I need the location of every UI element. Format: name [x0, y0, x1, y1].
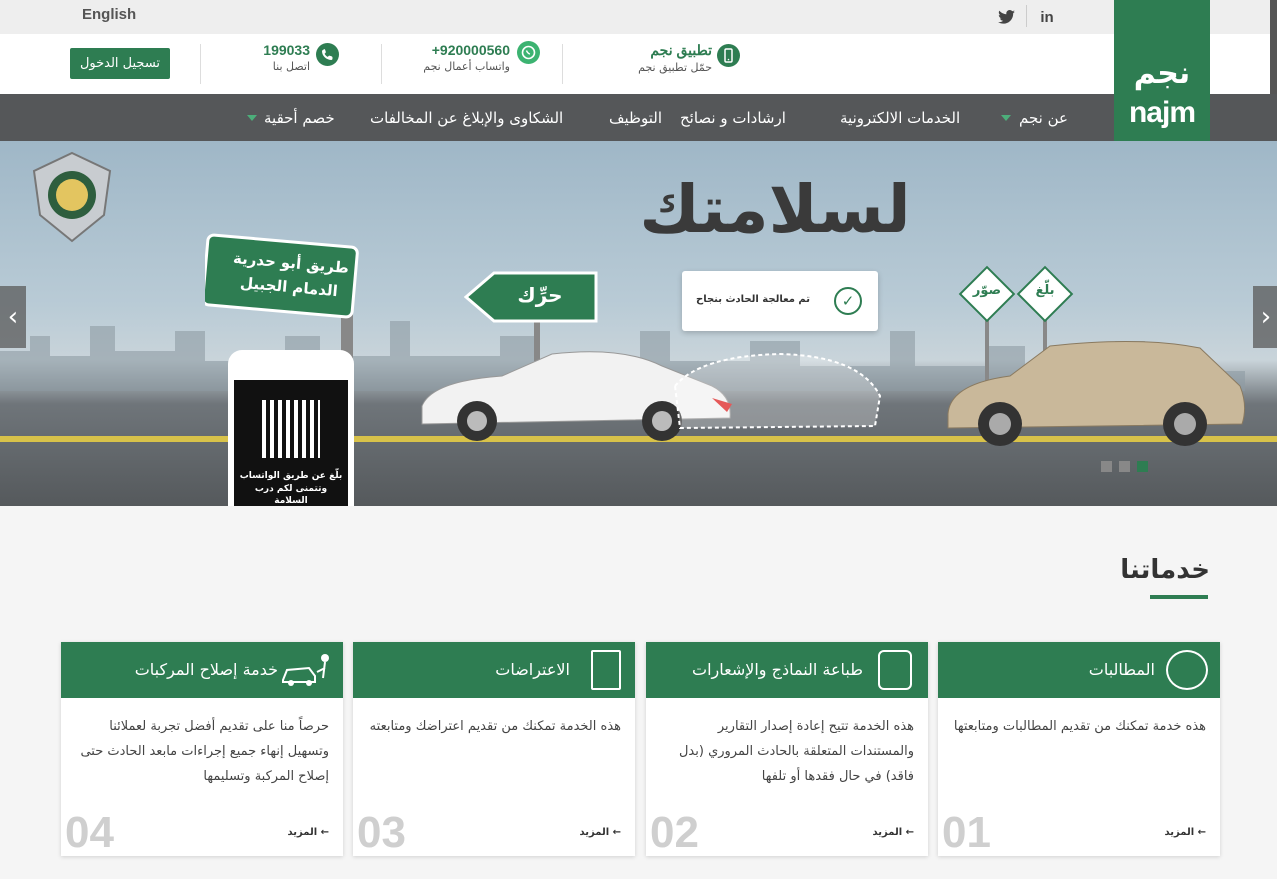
chevron-down-icon — [1001, 115, 1011, 121]
beige-car-illustration — [947, 340, 1246, 446]
phone-mockup: بلّغ عن طريق الواتساب وتتمنى لكم درب الس… — [228, 350, 354, 506]
slider-prev-button[interactable]: ‹ — [0, 286, 26, 348]
app-title: تطبيق نجم — [650, 42, 712, 58]
card-title: الاعتراضات — [495, 660, 570, 679]
car-repair-icon — [282, 654, 329, 686]
report-sign-text: بلّغ — [1035, 283, 1055, 298]
social-divider — [1026, 5, 1027, 27]
whatsapp-number: +920000560 — [431, 42, 510, 58]
check-circle-icon: ✓ — [834, 287, 862, 315]
card-number: 02 — [650, 808, 699, 857]
more-link[interactable]: المزيد ← — [872, 827, 914, 838]
card-header: خدمة إصلاح المركبات — [61, 642, 343, 698]
objection-document-icon — [591, 650, 621, 690]
arrow-left-icon: ← — [905, 827, 914, 838]
phone-icon — [316, 43, 339, 66]
contact-app[interactable]: تطبيق نجم حمّل تطبيق نجم — [620, 42, 712, 74]
service-card-claims[interactable]: المطالبات هذه خدمة تمكنك من تقديم المطال… — [938, 642, 1220, 857]
twitter-icon[interactable] — [996, 7, 1016, 27]
arrow-left-icon: ← — [612, 827, 621, 838]
nav-item-about[interactable]: عن نجم — [1019, 94, 1068, 141]
phone-screen: بلّغ عن طريق الواتساب وتتمنى لكم درب الس… — [234, 380, 348, 506]
card-header: طباعة النماذج والإشعارات — [646, 642, 928, 698]
contact-bar: تسجيل الدخول 199033 اتصل بنا +920000560 … — [0, 34, 1277, 94]
nav-label: الشكاوى والإبلاغ عن المخالفات — [370, 108, 564, 127]
slider-dot[interactable] — [1119, 461, 1130, 472]
more-link[interactable]: المزيد ← — [579, 827, 621, 838]
nav-item-careers[interactable]: التوظيف — [609, 94, 662, 141]
service-card-objections[interactable]: الاعتراضات هذه الخدمة تمكنك من تقديم اعت… — [353, 642, 635, 857]
divider — [381, 44, 382, 84]
nav-item-complaints[interactable]: الشكاوى والإبلاغ عن المخالفات — [370, 94, 563, 141]
more-label: المزيد — [579, 827, 610, 838]
card-number: 03 — [357, 808, 406, 857]
mobile-app-icon — [717, 44, 740, 67]
services-title: خدماتنا — [1120, 555, 1210, 585]
phone-label: اتصل بنا — [272, 60, 310, 73]
nav-item-guidance[interactable]: ارشادات و نصائح — [680, 94, 786, 141]
nav-item-discount[interactable]: خصم أحقية — [264, 94, 335, 141]
arrow-left-icon: ← — [1197, 827, 1206, 838]
card-description: حرصاً منا على تقديم أفضل تجربة لعملائنا … — [80, 719, 329, 784]
service-card-car-repair[interactable]: خدمة إصلاح المركبات حرصاً منا على تقديم … — [61, 642, 343, 857]
login-button[interactable]: تسجيل الدخول — [70, 48, 170, 79]
card-number: 04 — [65, 808, 114, 857]
logo-arabic-text: نجم — [1133, 56, 1191, 91]
hero-slider: لسلامتك طريق أبو حدرية الدمام الجبيل حرِ… — [0, 141, 1277, 506]
card-description: هذه الخدمة تمكنك من تقديم اعتراضك ومتابع… — [369, 719, 621, 734]
more-label: المزيد — [1164, 827, 1195, 838]
arrow-left-icon: ← — [320, 827, 329, 838]
nav-label: التوظيف — [609, 108, 663, 127]
card-header: الاعتراضات — [353, 642, 635, 698]
card-title: المطالبات — [1088, 660, 1155, 679]
logo-english-text: najm — [1128, 96, 1196, 129]
more-link[interactable]: المزيد ← — [287, 827, 329, 838]
najm-logo[interactable]: نجم najm — [1114, 0, 1210, 141]
phone-caption: بلّغ عن طريق الواتساب وتتمنى لكم درب الس… — [239, 471, 343, 506]
photo-sign-text: صوّر — [972, 283, 1002, 298]
top-strip: English in — [0, 0, 1277, 34]
service-card-print-forms[interactable]: طباعة النماذج والإشعارات هذه الخدمة تتيح… — [646, 642, 928, 857]
divider — [200, 44, 201, 84]
phone-number: 199033 — [263, 42, 310, 58]
nav-label: خصم أحقية — [264, 108, 335, 127]
car-outline-illustration — [673, 352, 882, 430]
main-nav: عن نجم الخدمات الالكترونية ارشادات و نصا… — [0, 94, 1277, 141]
traffic-police-emblem-icon — [32, 151, 112, 243]
move-sign-text: حرِّك — [517, 283, 563, 307]
more-label: المزيد — [872, 827, 903, 838]
bubble-text: تم معالجة الحادث بنجاح — [696, 294, 810, 305]
linkedin-icon[interactable]: in — [1037, 7, 1057, 27]
slider-dot-active[interactable] — [1137, 461, 1148, 472]
card-title: طباعة النماذج والإشعارات — [692, 660, 863, 679]
card-number: 01 — [942, 808, 991, 857]
card-title: خدمة إصلاح المركبات — [134, 660, 278, 679]
more-link[interactable]: المزيد ← — [1164, 827, 1206, 838]
print-forms-icon — [878, 650, 912, 690]
claims-icon — [1166, 650, 1208, 690]
contact-whatsapp[interactable]: +920000560 واتساب أعمال نجم — [400, 42, 510, 73]
qr-code-icon — [262, 400, 320, 458]
nav-item-eservices[interactable]: الخدمات الالكترونية — [840, 94, 960, 141]
slider-next-button[interactable]: › — [1253, 286, 1277, 348]
contact-phone[interactable]: 199033 اتصل بنا — [236, 42, 310, 73]
title-underline — [1150, 595, 1208, 599]
language-switch-link[interactable]: English — [82, 6, 136, 23]
card-description: هذه خدمة تمكنك من تقديم المطالبات ومتابع… — [953, 719, 1206, 734]
whatsapp-label: واتساب أعمال نجم — [423, 60, 510, 73]
nav-label: عن نجم — [1019, 108, 1068, 127]
divider — [562, 44, 563, 84]
slider-dot[interactable] — [1101, 461, 1112, 472]
app-label: حمّل تطبيق نجم — [638, 61, 712, 74]
whatsapp-icon — [517, 41, 540, 64]
chevron-down-icon — [247, 115, 257, 121]
nav-label: ارشادات و نصائح — [680, 108, 786, 127]
hero-title: لسلامتك — [639, 171, 911, 248]
status-bubble: تم معالجة الحادث بنجاح ✓ — [682, 271, 878, 331]
card-header: المطالبات — [938, 642, 1220, 698]
nav-label: الخدمات الالكترونية — [840, 108, 961, 127]
card-description: هذه الخدمة تتيح إعادة إصدار التقارير وال… — [678, 719, 914, 784]
more-label: المزيد — [287, 827, 318, 838]
